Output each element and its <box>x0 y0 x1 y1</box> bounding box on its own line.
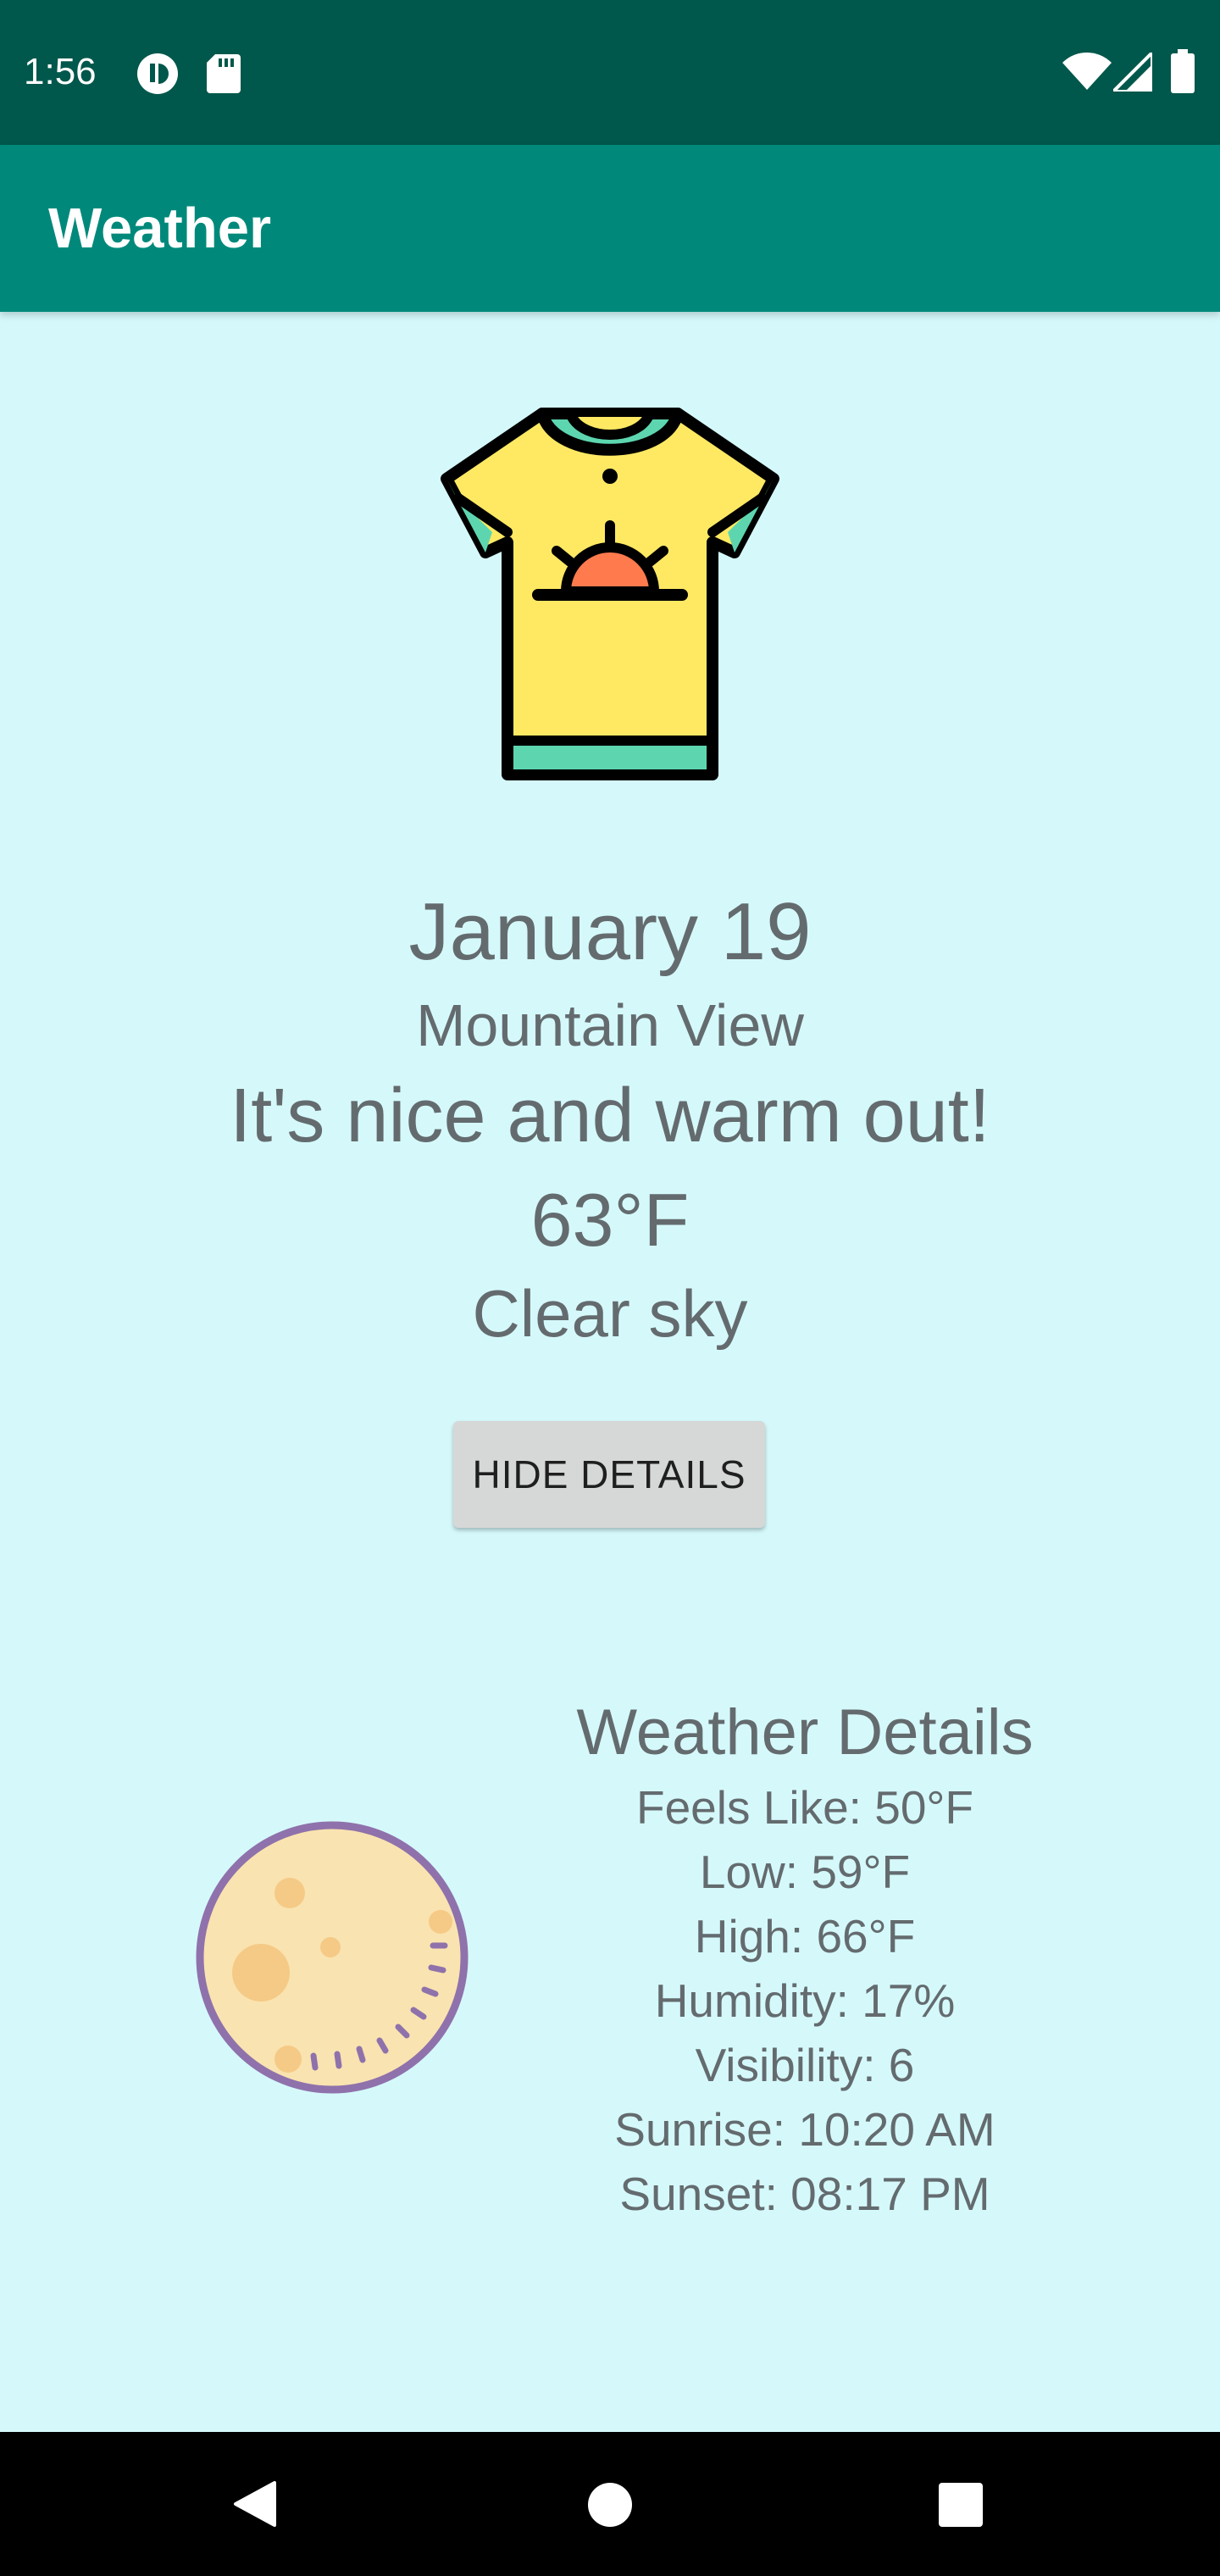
signal-icon <box>1113 53 1152 92</box>
sync-icon <box>137 53 178 94</box>
visibility-text: Visibility: 6 <box>695 2039 915 2091</box>
recents-icon[interactable] <box>938 2482 984 2528</box>
app-bar: Weather <box>0 145 1220 312</box>
sunrise-text: Sunrise: 10:20 AM <box>614 2103 995 2156</box>
low-temp-text: Low: 59°F <box>699 1846 911 1898</box>
home-icon[interactable] <box>586 2481 634 2529</box>
humidity-text: Humidity: 17% <box>654 1974 956 2027</box>
temperature-text: 63°F <box>530 1178 690 1262</box>
weather-message: It's nice and warm out! <box>230 1074 990 1158</box>
navigation-bar <box>0 2432 1220 2576</box>
status-time: 1:56 <box>24 51 97 92</box>
hide-details-button[interactable]: HIDE DETAILS <box>453 1421 765 1528</box>
city-text: Mountain View <box>416 992 804 1058</box>
date-text: January 19 <box>408 886 812 977</box>
high-temp-text: High: 66°F <box>694 1910 916 1963</box>
moon-icon <box>196 1821 469 2094</box>
tshirt-icon <box>441 408 779 780</box>
back-icon[interactable] <box>230 2479 278 2529</box>
sd-card-icon <box>207 54 241 93</box>
feels-like-text: Feels Like: 50°F <box>636 1781 973 1834</box>
weather-description: Clear sky <box>472 1276 748 1351</box>
sunset-text: Sunset: 08:17 PM <box>619 2168 990 2220</box>
weather-details: Weather Details Feels Like: 50°F Low: 59… <box>525 1690 1084 2226</box>
details-title: Weather Details <box>576 1696 1034 1768</box>
app-title: Weather <box>48 197 272 260</box>
wifi-icon <box>1062 53 1112 90</box>
status-bar: 1:56 <box>0 0 1220 145</box>
battery-icon <box>1171 49 1195 93</box>
